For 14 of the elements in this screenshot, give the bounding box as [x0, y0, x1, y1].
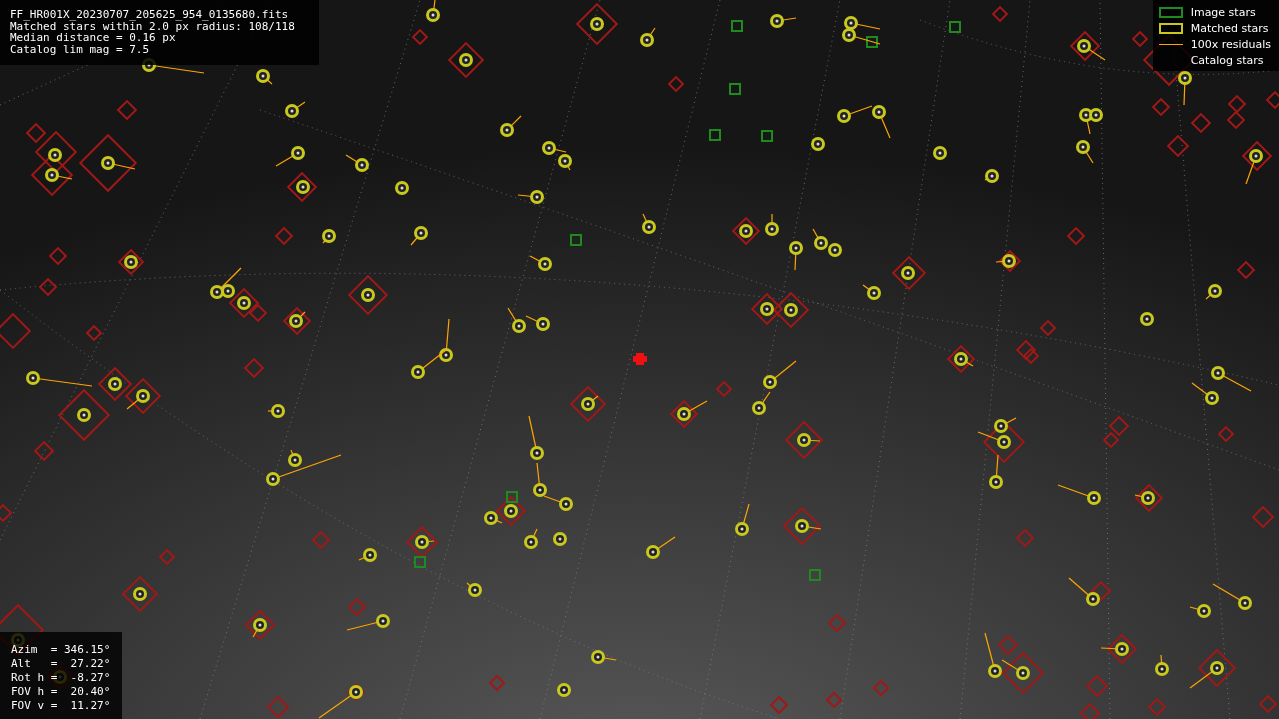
legend-label: 100x residuals — [1190, 37, 1271, 52]
info-text: Median distance = 0.16 px — [10, 32, 176, 44]
center-cross-icon — [633, 353, 647, 365]
pointing-text: Rot h = -8.27° — [11, 671, 110, 685]
legend-label: Catalog stars — [1190, 53, 1264, 68]
pointing-text: Azim = 346.15° — [11, 643, 110, 657]
info-text: Matched stars within 2.0 px radius: 108/118 — [10, 20, 296, 32]
pointing-text: FOV v = 11.27° — [11, 699, 110, 713]
legend-label: Matched stars — [1190, 21, 1269, 36]
pointing-text: FOV h = 20.40° — [11, 685, 110, 699]
pointing-text: Alt = 27.22° — [11, 657, 110, 671]
info-text: FF_HR001X_20230707_205625_954_0135680.fits — [10, 9, 290, 21]
info-text: Catalog lim mag = 7.5 — [10, 43, 151, 55]
legend-label: Image stars — [1190, 5, 1256, 20]
